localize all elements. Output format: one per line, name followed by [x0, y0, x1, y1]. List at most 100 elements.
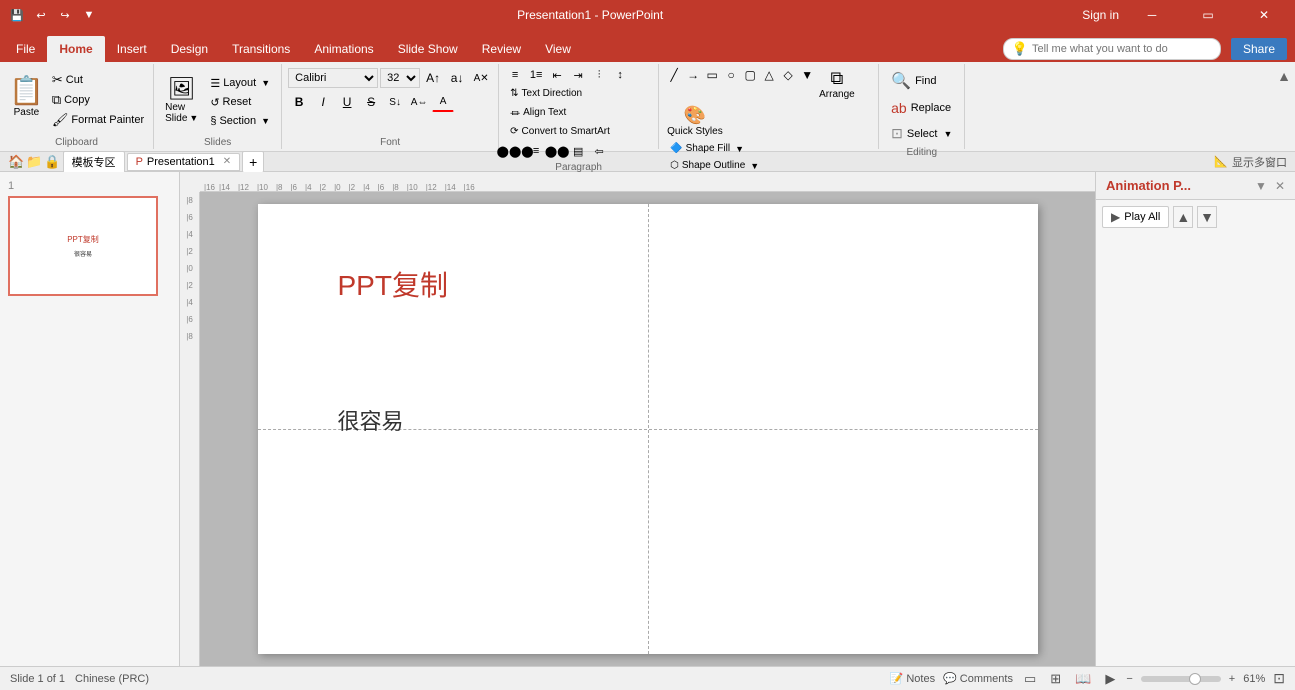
customize-quick-access-icon[interactable]: ▼: [80, 6, 98, 24]
shape-rect[interactable]: ▭: [703, 66, 721, 84]
tell-me-area[interactable]: 💡: [1003, 38, 1221, 60]
bold-button[interactable]: B: [288, 92, 310, 112]
share-button[interactable]: Share: [1231, 38, 1287, 60]
close-panel-icon[interactable]: ✕: [1275, 179, 1285, 193]
slide-subtitle[interactable]: 很容易: [338, 404, 404, 436]
underline-button[interactable]: U: [336, 92, 358, 112]
paste-button[interactable]: 📋 Paste: [6, 71, 47, 121]
template-tab[interactable]: 模板专区: [63, 151, 125, 173]
tab-transitions[interactable]: Transitions: [220, 36, 302, 62]
clear-format-button[interactable]: A✕: [470, 68, 492, 88]
select-button[interactable]: ⊡ Select ▼: [885, 122, 958, 145]
find-button[interactable]: 🔍 Find: [885, 68, 958, 94]
increase-font-button[interactable]: A↑: [422, 68, 444, 88]
decrease-font-button[interactable]: a↓: [446, 68, 468, 88]
comments-icon: 💬: [943, 672, 957, 685]
shape-circle[interactable]: ○: [722, 66, 740, 84]
zoom-thumb[interactable]: [1189, 673, 1201, 685]
fit-slide-icon[interactable]: ⊡: [1273, 670, 1285, 687]
char-spacing-button[interactable]: A⇔: [408, 92, 430, 112]
clipboard-label: Clipboard: [6, 135, 147, 149]
slide-thumbnail[interactable]: PPT复制 很容易: [8, 196, 158, 296]
slide-show-button[interactable]: ▶: [1102, 669, 1118, 689]
zoom-out-icon[interactable]: −: [1126, 673, 1132, 685]
lock-icon[interactable]: 🔒: [44, 154, 60, 170]
shape-line[interactable]: ╱: [665, 66, 683, 84]
add-tab-button[interactable]: +: [242, 151, 264, 173]
display-windows-button[interactable]: 📐 显示多窗口: [1214, 154, 1287, 170]
shape-arrow[interactable]: →: [684, 66, 702, 84]
presentation-tab[interactable]: P Presentation1 ✕: [127, 153, 241, 171]
layout-icon: ☰: [210, 77, 220, 90]
comments-button[interactable]: 💬 Comments: [943, 672, 1013, 685]
font-size-select[interactable]: 32: [380, 68, 420, 88]
shape-round-rect[interactable]: ▢: [741, 66, 759, 84]
thumb-title: PPT复制: [67, 234, 99, 245]
bullets-button[interactable]: ≡: [505, 66, 525, 84]
home-folder-icon[interactable]: 🏠: [8, 154, 24, 170]
animation-up-icon[interactable]: ▲: [1173, 206, 1193, 228]
tab-file[interactable]: File: [4, 36, 47, 62]
expand-panel-icon[interactable]: ▼: [1255, 179, 1267, 193]
reading-view-button[interactable]: 📖: [1072, 669, 1094, 689]
new-slide-button[interactable]: 🖼 NewSlide▼: [160, 73, 203, 127]
columns-button[interactable]: ⫶: [589, 66, 609, 84]
close-presentation-icon[interactable]: ✕: [223, 156, 231, 167]
font-color-button[interactable]: A: [432, 92, 454, 112]
numbering-button[interactable]: 1≡: [526, 66, 546, 84]
text-direction-button[interactable]: ⇅ Text Direction: [505, 86, 587, 101]
layout-button[interactable]: ☰ Layout ▼: [205, 75, 275, 92]
arrange-button[interactable]: ⧉ Arrange: [817, 66, 857, 102]
find-icon: 🔍: [891, 71, 911, 91]
convert-smartart-button[interactable]: ⟳ Convert to SmartArt: [505, 124, 615, 139]
line-spacing-button[interactable]: ↕: [610, 66, 630, 84]
tab-home[interactable]: Home: [47, 36, 104, 62]
slide-sorter-button[interactable]: ⊞: [1047, 669, 1064, 689]
save-icon[interactable]: 💾: [8, 6, 26, 24]
tab-design[interactable]: Design: [159, 36, 220, 62]
italic-button[interactable]: I: [312, 92, 334, 112]
zoom-in-icon[interactable]: +: [1229, 673, 1235, 685]
cut-button[interactable]: ✂ Cut: [49, 71, 147, 89]
tell-me-input[interactable]: [1032, 43, 1212, 55]
tab-slideshow[interactable]: Slide Show: [386, 36, 470, 62]
section-button[interactable]: § Section ▼: [205, 113, 275, 129]
strikethrough-button[interactable]: S: [360, 92, 382, 112]
play-all-button[interactable]: ▶ Play All: [1102, 206, 1169, 228]
signin-button[interactable]: Sign in: [1082, 8, 1119, 22]
copy-icon: ⧉: [52, 92, 61, 108]
slide-canvas-area[interactable]: PPT复制 很容易: [200, 192, 1095, 666]
tab-insert[interactable]: Insert: [105, 36, 159, 62]
decrease-indent-button[interactable]: ⇤: [547, 66, 567, 84]
tab-animations[interactable]: Animations: [302, 36, 385, 62]
shape-more[interactable]: ▼: [798, 66, 816, 84]
ribbon-collapse-button[interactable]: ▲: [1273, 64, 1295, 149]
tab-review[interactable]: Review: [470, 36, 533, 62]
increase-indent-button[interactable]: ⇥: [568, 66, 588, 84]
copy-button[interactable]: ⧉ Copy: [49, 91, 147, 109]
zoom-slider[interactable]: [1141, 676, 1221, 682]
replace-button[interactable]: ab Replace: [885, 97, 958, 119]
reset-button[interactable]: ↺ Reset: [205, 94, 275, 111]
animation-down-icon[interactable]: ▼: [1197, 206, 1217, 228]
folder-icon[interactable]: 📁: [26, 154, 42, 170]
format-painter-button[interactable]: 🖌 Format Painter: [49, 111, 147, 129]
restore-button[interactable]: ▭: [1185, 0, 1231, 30]
redo-icon[interactable]: ↪: [56, 6, 74, 24]
quick-styles-button[interactable]: 🎨 Quick Styles: [665, 103, 725, 139]
undo-icon[interactable]: ↩: [32, 6, 50, 24]
app-title: Presentation1 - PowerPoint: [517, 8, 663, 22]
close-button[interactable]: ✕: [1241, 0, 1287, 30]
normal-view-button[interactable]: ▭: [1021, 669, 1039, 689]
align-text-button[interactable]: ⏛ Align Text: [505, 103, 571, 122]
font-name-select[interactable]: Calibri: [288, 68, 378, 88]
zoom-level[interactable]: 61%: [1243, 673, 1265, 685]
shape-diamond[interactable]: ◇: [779, 66, 797, 84]
shape-triangle[interactable]: △: [760, 66, 778, 84]
shadow-button[interactable]: S↓: [384, 92, 406, 112]
minimize-button[interactable]: ─: [1129, 0, 1175, 30]
tab-view[interactable]: View: [533, 36, 583, 62]
horizontal-ruler: |16|14|12|10|8|6|4|2|0|2|4|6|8|10|12|14|…: [200, 172, 1095, 192]
notes-button[interactable]: 📝 Notes: [890, 672, 935, 685]
slide-title[interactable]: PPT复制: [338, 264, 448, 304]
